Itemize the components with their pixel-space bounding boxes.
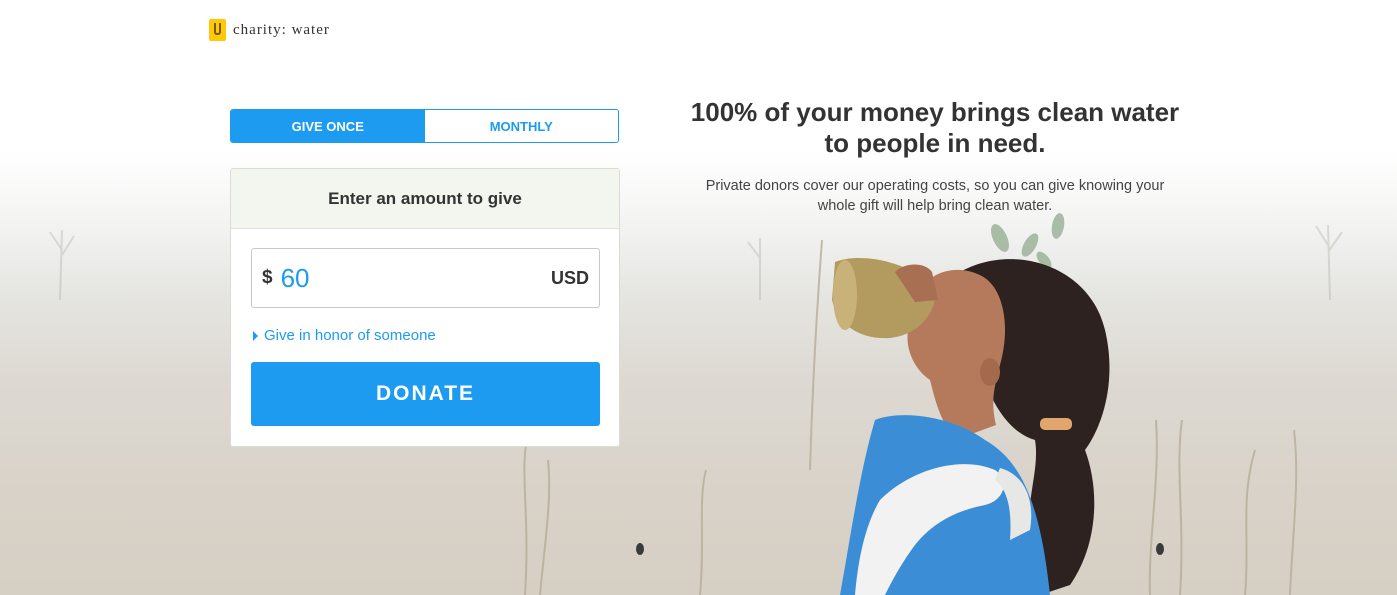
amount-value[interactable]: 60 (281, 263, 551, 294)
monthly-tab[interactable]: MONTHLY (425, 110, 619, 142)
give-in-honor-link[interactable]: Give in honor of someone (253, 327, 436, 344)
donation-card-heading: Enter an amount to give (231, 169, 619, 229)
logo-text: charity: water (233, 21, 330, 38)
charity-water-logo[interactable]: charity: water (209, 19, 330, 41)
jerrycan-icon (209, 19, 226, 41)
hero-subtext: Private donors cover our operating costs… (705, 178, 1165, 214)
give-in-honor-label: Give in honor of someone (264, 327, 436, 344)
frequency-toggle: GIVE ONCE MONTHLY (230, 109, 619, 143)
amount-input[interactable]: $ 60 USD (251, 248, 600, 308)
donation-card: Enter an amount to give $ 60 USD Give in… (230, 168, 620, 447)
hero-message: 100% of your money brings clean water to… (685, 97, 1185, 216)
donate-button[interactable]: DONATE (251, 362, 600, 426)
hero-background-photo (0, 0, 1397, 595)
caret-right-icon (253, 330, 258, 341)
currency-symbol: $ (262, 267, 273, 288)
give-once-tab[interactable]: GIVE ONCE (231, 110, 425, 142)
hero-headline: 100% of your money brings clean water to… (690, 97, 1180, 158)
currency-code: USD (550, 267, 589, 288)
girl-drinking-water-illustration (49, 213, 1343, 595)
